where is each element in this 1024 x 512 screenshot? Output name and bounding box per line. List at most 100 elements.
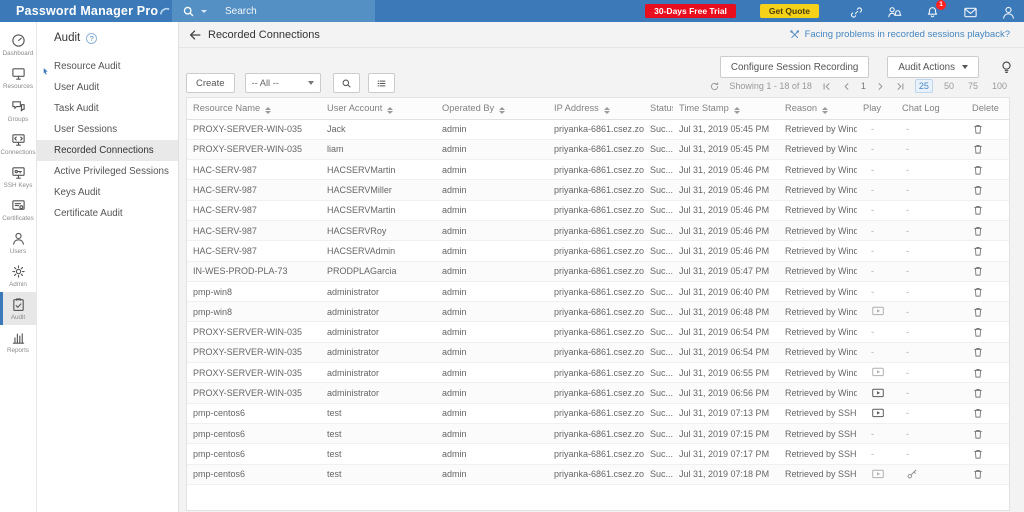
cell-reason: Retrieved by Wind... [779,241,857,261]
prev-page-icon[interactable] [841,81,852,92]
first-page-icon[interactable] [821,81,832,92]
cell-time-stamp: Jul 31, 2019 07:13 PM [673,403,779,423]
sidebar-item-task-audit[interactable]: Task Audit [37,98,178,119]
rail-item-dashboard[interactable]: Dashboard [0,28,36,61]
user-alert-button[interactable] [887,4,902,19]
monitor-play-icon[interactable] [871,407,885,420]
cell-reason: Retrieved by Wind... [779,119,857,139]
rail-item-resources[interactable]: Resources [0,61,36,94]
delete-button[interactable] [972,469,984,479]
column-header-user-account[interactable]: User Account [321,98,436,119]
sidebar-item-active-privileged-sessions[interactable]: Active Privileged Sessions [37,161,178,182]
cell-operated-by: admin [436,363,548,383]
sort-icon[interactable] [604,107,610,115]
free-trial-button[interactable]: 30-Days Free Trial [645,4,736,18]
delete-button[interactable] [972,306,984,316]
sort-icon[interactable] [822,107,828,115]
current-page[interactable]: 1 [861,81,866,91]
link-button[interactable] [849,4,864,19]
column-header-ip-address[interactable]: IP Address [548,98,644,119]
page-size-25[interactable]: 25 [915,79,933,93]
last-page-icon[interactable] [895,81,906,92]
sidebar-item-user-sessions[interactable]: User Sessions [37,119,178,140]
column-header-operated-by[interactable]: Operated By [436,98,548,119]
audit-actions-button[interactable]: Audit Actions [887,56,979,78]
column-header-chat-log: Chat Log [896,98,966,119]
rail-item-groups[interactable]: Groups [0,94,36,127]
search-button[interactable] [333,73,360,93]
playback-help-link[interactable]: Facing problems in recorded sessions pla… [789,29,1010,40]
delete-button[interactable] [972,124,984,134]
delete-button[interactable] [972,164,984,174]
page-size-75[interactable]: 75 [965,80,981,92]
column-header-resource-name[interactable]: Resource Name [187,98,321,119]
delete-button[interactable] [972,448,984,458]
sidebar-item-certificate-audit[interactable]: Certificate Audit [37,203,178,224]
mail-button[interactable] [963,4,978,19]
delete-button[interactable] [972,408,984,418]
table-row: HAC-SERV-987HACSERVRoyadminpriyanka-6861… [187,220,1010,240]
monitor-play-icon[interactable] [871,468,885,481]
delete-button[interactable] [972,245,984,255]
rail-item-certificates[interactable]: Certificates [0,193,36,226]
rail-item-label: Certificates [2,215,34,222]
sort-icon[interactable] [387,107,393,115]
monitor-play-icon[interactable] [871,366,885,379]
rail-item-connections[interactable]: Connections [0,127,36,160]
rail-item-admin[interactable]: Admin [0,259,36,292]
sidebar-item-keys-audit[interactable]: Keys Audit [37,182,178,203]
refresh-icon[interactable] [709,81,720,92]
key-icon[interactable] [906,468,918,480]
delete-button[interactable] [972,286,984,296]
cell-ip-address: priyanka-6861.csez.zoho... [548,444,644,464]
delete-button[interactable] [972,225,984,235]
cell-time-stamp: Jul 31, 2019 05:45 PM [673,139,779,159]
sort-icon[interactable] [265,107,271,115]
delete-button[interactable] [972,347,984,357]
sort-icon[interactable] [499,107,505,115]
user-button[interactable] [1001,4,1016,19]
help-icon[interactable]: ? [86,33,97,44]
sidebar-item-resource-audit[interactable]: Resource Audit [37,56,178,77]
rail-item-users[interactable]: Users [0,226,36,259]
cell-delete [966,119,1010,139]
cell-ip-address: priyanka-6861.csez.zoho... [548,383,644,403]
delete-button[interactable] [972,367,984,377]
sidebar-item-label: Task Audit [54,103,99,114]
column-chooser-button[interactable] [368,73,395,93]
delete-button[interactable] [972,326,984,336]
monitor-play-icon[interactable] [871,387,885,400]
rail-item-ssh-keys[interactable]: SSH Keys [0,160,36,193]
cell-delete [966,363,1010,383]
delete-button[interactable] [972,428,984,438]
delete-button[interactable] [972,266,984,276]
cell-ip-address: priyanka-6861.csez.zoho... [548,241,644,261]
cell-reason: Retrieved by SSH a... [779,403,857,423]
page-size-50[interactable]: 50 [941,80,957,92]
delete-button[interactable] [972,144,984,154]
rail-item-reports[interactable]: Reports [0,325,36,358]
sort-icon[interactable] [734,107,740,115]
cell-status: Suc... [644,383,673,403]
monitor-play-icon[interactable] [871,305,885,318]
cell-operated-by: admin [436,200,548,220]
sidebar-item-recorded-connections[interactable]: Recorded Connections [37,140,178,161]
filter-select[interactable]: -- All -- [245,73,321,93]
get-quote-button[interactable]: Get Quote [760,4,819,18]
column-header-time-stamp[interactable]: Time Stamp [673,98,779,119]
admin-icon [11,264,26,279]
sidebar-item-user-audit[interactable]: User Audit [37,77,178,98]
delete-button[interactable] [972,387,984,397]
back-arrow-icon[interactable] [188,28,202,42]
next-page-icon[interactable] [875,81,886,92]
delete-button[interactable] [972,205,984,215]
search-input[interactable]: Search [172,0,375,22]
bell-button[interactable]: 1 [925,4,940,19]
delete-button[interactable] [972,184,984,194]
rail-item-audit[interactable]: Audit [0,292,36,325]
column-header-reason[interactable]: Reason [779,98,857,119]
bulb-icon[interactable] [999,60,1014,75]
configure-session-recording-button[interactable]: Configure Session Recording [720,56,869,78]
page-size-100[interactable]: 100 [989,80,1010,92]
create-button[interactable]: Create [186,73,235,93]
